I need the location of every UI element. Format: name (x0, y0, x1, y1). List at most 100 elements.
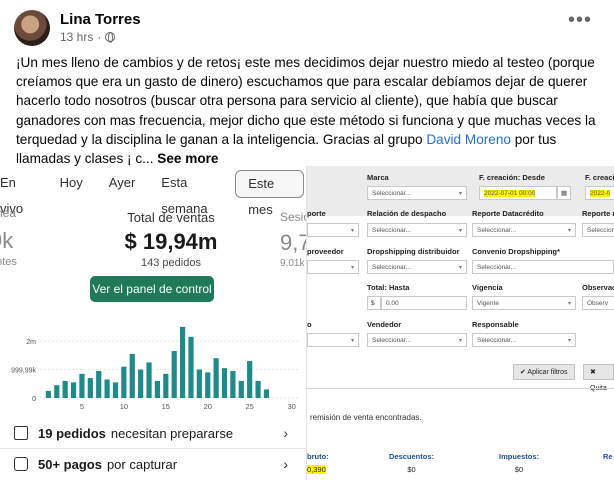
chart-bar[interactable] (70, 382, 77, 398)
tab-en-vivo[interactable]: En vivo (0, 170, 46, 216)
chart-bar[interactable] (112, 382, 119, 398)
chart-bar[interactable] (129, 353, 135, 398)
label-vendedor: Vendedor (367, 320, 402, 329)
select-dropshipping-distribuidor[interactable]: Seleccionar... ▾ (367, 260, 467, 274)
summary-bruto-title: bruto: (307, 452, 329, 461)
inbox-icon (14, 426, 28, 440)
chart-bar[interactable] (263, 389, 270, 398)
total-orders: 143 pedidos (141, 257, 201, 269)
input-fecha-hasta[interactable]: 2022-0 (585, 186, 614, 200)
erp-filter-image: Marca Seleccionar... ▾ F. creación: Desde… (307, 166, 614, 480)
chart-bar[interactable] (238, 380, 244, 398)
avatar[interactable] (14, 10, 50, 46)
summary-impuestos-value: $0 (514, 465, 524, 474)
chart-bar[interactable] (205, 372, 211, 398)
chart-bar[interactable] (163, 373, 169, 398)
see-more-link[interactable]: See more (157, 151, 218, 166)
chart-bar[interactable] (146, 362, 152, 398)
clear-filters-button[interactable]: ✖ Quita (583, 364, 614, 392)
chart-bar[interactable] (45, 390, 51, 398)
tab-esta-semana[interactable]: Esta semana (149, 170, 233, 216)
summary-impuestos: Impuestos: $0 (499, 452, 539, 474)
tab-hoy[interactable]: Hoy (48, 170, 95, 196)
input-total-hasta[interactable]: 0.00 (381, 296, 467, 310)
more-options-button[interactable]: ••• (568, 10, 592, 30)
select-vendedor[interactable]: Seleccionar... ▾ (367, 333, 467, 347)
chevron-down-icon: ▾ (567, 338, 571, 344)
card-icon (14, 457, 28, 471)
chart-y-tick: 2m (26, 339, 36, 346)
chart-bar[interactable] (154, 380, 161, 398)
label-relacion-despacho: Relación de despacho (367, 209, 447, 218)
label-vigencia: Vigencia (472, 283, 503, 292)
post-header: Lina Torres 13 hrs · ••• (0, 0, 614, 52)
chart-bar[interactable] (54, 385, 60, 398)
label-reporte-n: Reporte n (582, 209, 614, 218)
chart-bar[interactable] (138, 369, 144, 398)
select-datacredito[interactable]: Seleccionar... ▾ (472, 223, 576, 237)
chart-bar[interactable] (188, 336, 194, 398)
chart-bar[interactable] (255, 380, 261, 398)
chart-bar[interactable] (213, 358, 219, 398)
summary-descuentos: Descuentos: $0 (389, 452, 434, 474)
select-reporte[interactable]: ▾ (307, 223, 359, 237)
sessions-sub: 9,01k (280, 258, 305, 269)
metric-online-sub: antes (0, 256, 17, 268)
chart-bar[interactable] (196, 369, 202, 398)
select-vigencia[interactable]: Vigente ▾ (472, 296, 576, 310)
results-count-text: remisión de venta encontradas. (310, 413, 422, 422)
view-dashboard-button[interactable]: Ver el panel de control (90, 276, 214, 302)
chart-bar[interactable] (87, 378, 93, 398)
task-payments-to-capture[interactable]: 50+ pagos por capturar › (0, 449, 306, 479)
task-orders-count: 19 pedidos (38, 425, 106, 441)
post-meta: 13 hrs · (60, 30, 116, 44)
label-proveedor: proveedor (307, 247, 344, 256)
chart-bar[interactable] (104, 379, 110, 399)
select-relacion-despacho[interactable]: Seleccionar... ▾ (367, 223, 467, 237)
apply-filters-button[interactable]: ✔ Aplicar filtros (513, 364, 575, 380)
label-reporte: porte (307, 209, 326, 218)
select-o[interactable]: ▾ (307, 333, 359, 347)
chart-bar[interactable] (247, 361, 253, 398)
chart-bar[interactable] (221, 368, 228, 398)
chevron-down-icon: ▾ (567, 228, 571, 234)
tab-este-mes[interactable]: Este mes (235, 170, 305, 217)
sessions-value: 9,7 (280, 230, 306, 255)
period-tabs: En vivo Hoy Ayer Esta semana Este mes (0, 170, 306, 217)
globe-icon (105, 32, 116, 43)
chart-y-tick: 0 (32, 396, 36, 403)
chart-bar[interactable] (179, 326, 186, 398)
select-convenio-dropshipping[interactable]: Seleccionar... (472, 260, 614, 274)
task-orders-to-fulfill[interactable]: 19 pedidos necesitan prepararse › (0, 418, 306, 449)
chart-x-tick: 15 (162, 402, 170, 411)
chart-bar[interactable] (62, 380, 68, 398)
label-observaciones: Observacio (582, 283, 614, 292)
meta-separator: · (97, 30, 102, 44)
chart-x-tick: 20 (204, 402, 212, 411)
chart-y-tick: 999,99k (11, 368, 36, 375)
input-observaciones[interactable]: Observ (582, 296, 614, 310)
task-orders-text: necesitan prepararse (110, 425, 234, 441)
chart-bar[interactable] (230, 370, 236, 398)
select-proveedor[interactable]: ▾ (307, 260, 359, 274)
select-reporte-n[interactable]: Seleccionar... (582, 223, 614, 237)
select-responsable[interactable]: Seleccionar... ▾ (472, 333, 576, 347)
mention-link[interactable]: David Moreno (426, 132, 511, 147)
metric-online: línea 9k antes (0, 206, 17, 268)
tab-ayer[interactable]: Ayer (97, 170, 148, 196)
shopify-dashboard-image: En vivo Hoy Ayer Esta semana Este mes lí… (0, 166, 307, 480)
chart-bar[interactable] (121, 366, 127, 398)
label-o: o (307, 320, 312, 329)
chart-bar[interactable] (171, 351, 177, 398)
chevron-right-icon: › (283, 425, 288, 441)
post-time[interactable]: 13 hrs (60, 30, 93, 44)
chart-bar[interactable] (96, 370, 102, 398)
input-fecha-desde[interactable]: 2022-07-01 00:00 (479, 186, 557, 200)
author-name[interactable]: Lina Torres (60, 11, 141, 28)
metric-sessions: Sesio 9,7 9,01k (280, 210, 306, 269)
chart-bar[interactable] (79, 373, 85, 398)
chevron-down-icon: ▾ (350, 228, 354, 234)
select-marca[interactable]: Seleccionar... ▾ (367, 186, 467, 200)
calendar-icon[interactable]: ▦ (557, 186, 571, 200)
chevron-down-icon: ▾ (458, 338, 462, 344)
